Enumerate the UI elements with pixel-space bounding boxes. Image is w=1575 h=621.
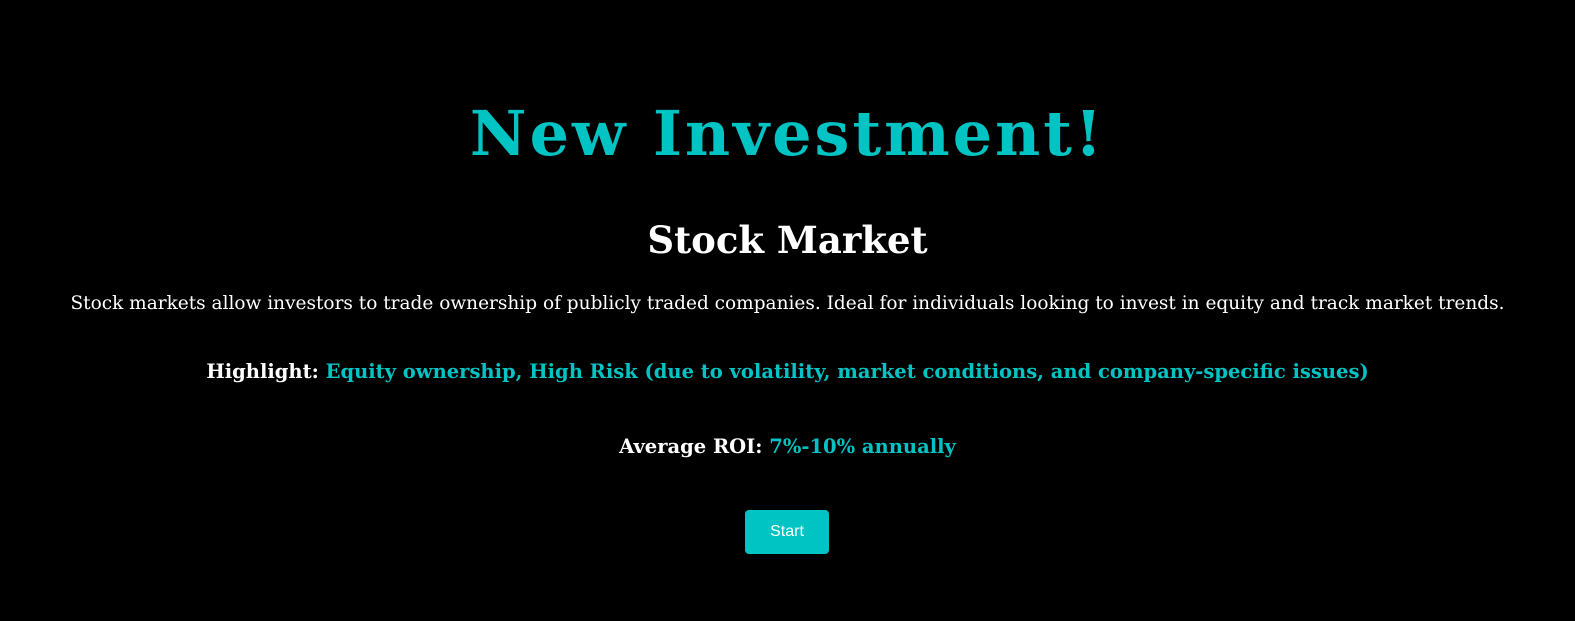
roi-line: Average ROI: 7%-10% annually <box>0 434 1575 460</box>
roi-label: Average ROI: <box>619 435 763 458</box>
page-title: New Investment! <box>469 97 1106 170</box>
start-button[interactable]: Start <box>745 510 829 554</box>
highlight-label: Highlight: <box>206 360 319 383</box>
highlight-value: Equity ownership, High Risk (due to vola… <box>325 360 1369 383</box>
highlight-line: Highlight: Equity ownership, High Risk (… <box>0 359 1575 385</box>
investment-page: New Investment! Stock Market Stock marke… <box>0 0 1575 621</box>
investment-name: Stock Market <box>647 218 928 262</box>
roi-value: 7%-10% annually <box>769 435 956 458</box>
investment-description: Stock markets allow investors to trade o… <box>70 293 1505 314</box>
